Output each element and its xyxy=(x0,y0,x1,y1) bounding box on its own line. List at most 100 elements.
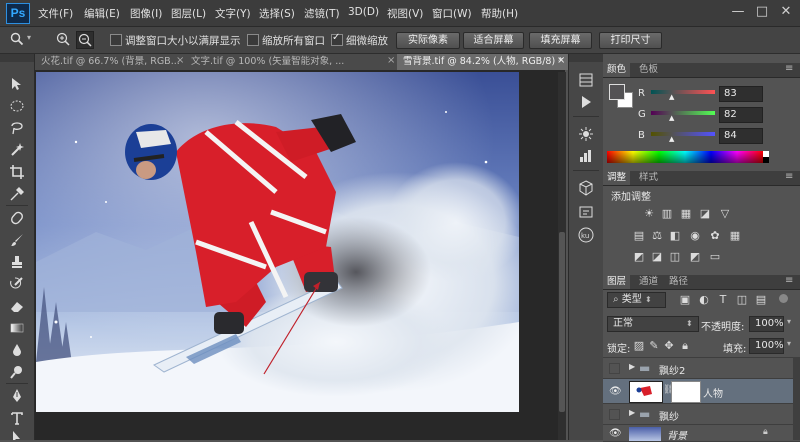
opacity-dropdown-icon[interactable]: ▾ xyxy=(787,317,791,326)
history-brush-icon[interactable] xyxy=(8,276,26,294)
lock-position-icon[interactable]: ✥ xyxy=(663,340,675,352)
levels-icon[interactable]: ▥ xyxy=(661,208,673,220)
layer-row-person[interactable]: 👁︎ ⛓︎ 人物 xyxy=(603,379,800,404)
scrubby-zoom-checkbox[interactable] xyxy=(331,32,343,46)
move-icon[interactable] xyxy=(8,76,26,94)
zoom-in-icon[interactable] xyxy=(56,32,70,46)
eraser-icon[interactable] xyxy=(8,298,26,316)
blend-mode-dropdown[interactable]: 正常 ⬍ xyxy=(607,316,699,332)
green-value-input[interactable]: 82 xyxy=(719,107,763,123)
menu-select[interactable]: 选择(S) xyxy=(259,6,295,21)
menu-help[interactable]: 帮助(H) xyxy=(481,6,518,21)
layer-row-group-veil2[interactable]: ▶ ▬ 飘纱2 xyxy=(603,358,800,379)
zoom-tool-icon[interactable] xyxy=(10,32,24,46)
tab-document-2[interactable]: 文字.tif @ 100% (矢量智能对象, ... xyxy=(185,54,400,70)
maximize-icon[interactable]: □ xyxy=(752,3,772,21)
layer-row-background[interactable]: 👁︎ 背景 🔒︎ xyxy=(603,425,800,442)
panel-menu-icon[interactable]: ≡ xyxy=(785,63,793,74)
pen-icon[interactable] xyxy=(8,388,26,406)
tool-preset-dropdown-icon[interactable]: ▾ xyxy=(27,33,31,42)
layer-filter-dropdown[interactable]: ⌕ 类型 ⬍ xyxy=(607,292,666,308)
blue-slider-thumb-icon[interactable]: ▲ xyxy=(669,135,674,143)
document-canvas[interactable] xyxy=(36,72,519,412)
crop-icon[interactable] xyxy=(8,164,26,182)
filter-type-icon[interactable]: T xyxy=(717,294,729,306)
history-icon[interactable] xyxy=(577,72,595,90)
eye-icon[interactable]: 👁︎ xyxy=(609,386,622,397)
minimize-icon[interactable]: — xyxy=(728,3,748,21)
3d-icon[interactable] xyxy=(577,180,595,198)
tab-channels[interactable]: 通道 xyxy=(635,275,662,289)
red-slider[interactable] xyxy=(651,90,715,94)
kuler-icon[interactable]: ku xyxy=(577,226,595,244)
menu-type[interactable]: 文字(Y) xyxy=(215,6,251,21)
path-select-icon[interactable] xyxy=(8,430,26,440)
visibility-toggle-off[interactable] xyxy=(609,363,620,374)
menu-view[interactable]: 视图(V) xyxy=(387,6,423,21)
layer-row-group-veil[interactable]: ▶ ▬ 飘纱 xyxy=(603,404,800,425)
adjust-icon[interactable] xyxy=(577,148,595,166)
color-spectrum-ramp[interactable] xyxy=(607,151,763,163)
expand-arrow-icon[interactable]: ▶ xyxy=(629,362,635,371)
quick-select-icon[interactable] xyxy=(8,142,26,160)
layers-scrollbar[interactable] xyxy=(793,357,800,440)
channel-mixer-icon[interactable]: ✿ xyxy=(709,230,721,242)
scroll-thumb[interactable] xyxy=(559,232,565,412)
canvas-vertical-scrollbar[interactable] xyxy=(558,72,566,440)
brightness-icon[interactable]: ☀ xyxy=(643,208,655,220)
zoom-out-icon[interactable] xyxy=(76,31,94,49)
tab-color[interactable]: 颜色 xyxy=(603,63,631,77)
tab-document-1[interactable]: 火花.tif @ 66.7% (背景, RGB... xyxy=(35,54,188,70)
eyedropper-icon[interactable] xyxy=(8,186,26,204)
eye-icon[interactable]: 👁︎ xyxy=(609,428,622,439)
foreground-color-swatch-front[interactable] xyxy=(609,84,625,100)
close-icon[interactable]: ✕ xyxy=(776,3,796,21)
lock-pixels-icon[interactable]: ✎ xyxy=(648,340,660,352)
posterize-icon[interactable]: ◪ xyxy=(651,251,663,263)
close-tab-icon[interactable]: × xyxy=(387,55,395,66)
menu-layer[interactable]: 图层(L) xyxy=(171,6,206,21)
menu-filter[interactable]: 滤镜(T) xyxy=(304,6,340,21)
panel-menu-icon[interactable]: ≡ xyxy=(785,275,793,286)
selective-color-icon[interactable]: ◩ xyxy=(689,251,701,263)
lock-transparency-icon[interactable]: ▨ xyxy=(633,340,645,352)
tab-paths[interactable]: 路径 xyxy=(665,275,692,289)
dodge-icon[interactable] xyxy=(8,364,26,382)
filter-adjust-icon[interactable]: ◐ xyxy=(698,294,710,306)
print-size-button[interactable]: 打印尺寸 xyxy=(599,32,662,49)
menu-edit[interactable]: 编辑(E) xyxy=(84,6,120,21)
zoom-all-checkbox[interactable] xyxy=(247,34,259,46)
brush-preset-icon[interactable] xyxy=(577,126,595,144)
curves-icon[interactable]: ▦ xyxy=(680,208,692,220)
vibrance-icon[interactable]: ▽ xyxy=(719,208,731,220)
marquee-icon[interactable] xyxy=(8,98,26,116)
resize-windows-checkbox[interactable] xyxy=(110,34,122,46)
filter-pixel-icon[interactable]: ▣ xyxy=(679,294,691,306)
brush-icon[interactable] xyxy=(8,232,26,250)
close-tab-icon[interactable]: × xyxy=(176,55,184,66)
menu-3d[interactable]: 3D(D) xyxy=(348,6,379,18)
exposure-icon[interactable]: ◪ xyxy=(699,208,711,220)
tab-document-3[interactable]: 雪背景.tif @ 84.2% (人物, RGB/8) * xyxy=(397,54,572,70)
red-value-input[interactable]: 83 xyxy=(719,86,763,102)
red-slider-thumb-icon[interactable]: ▲ xyxy=(669,93,674,101)
blur-icon[interactable] xyxy=(8,342,26,360)
panel-menu-icon[interactable]: ≡ xyxy=(785,171,793,182)
black-swatch[interactable] xyxy=(763,157,769,163)
menu-image[interactable]: 图像(I) xyxy=(130,6,162,21)
blue-value-input[interactable]: 84 xyxy=(719,128,763,144)
info-icon[interactable] xyxy=(577,204,595,222)
blue-slider[interactable] xyxy=(651,132,715,136)
tab-swatches[interactable]: 色板 xyxy=(635,63,662,77)
expand-arrow-icon[interactable]: ▶ xyxy=(629,408,635,417)
tab-adjustments[interactable]: 调整 xyxy=(603,171,631,185)
layer-mask-thumbnail[interactable] xyxy=(671,381,701,403)
type-icon[interactable] xyxy=(8,410,26,428)
fill-screen-button[interactable]: 填充屏幕 xyxy=(529,32,592,49)
fill-dropdown-icon[interactable]: ▾ xyxy=(787,339,791,348)
actual-pixels-button[interactable]: 实际像素 xyxy=(396,32,460,49)
opacity-input[interactable]: 100% xyxy=(749,316,784,332)
clone-stamp-icon[interactable] xyxy=(8,254,26,272)
fill-input[interactable]: 100% xyxy=(749,338,784,354)
color-balance-icon[interactable]: ⚖ xyxy=(651,230,663,242)
